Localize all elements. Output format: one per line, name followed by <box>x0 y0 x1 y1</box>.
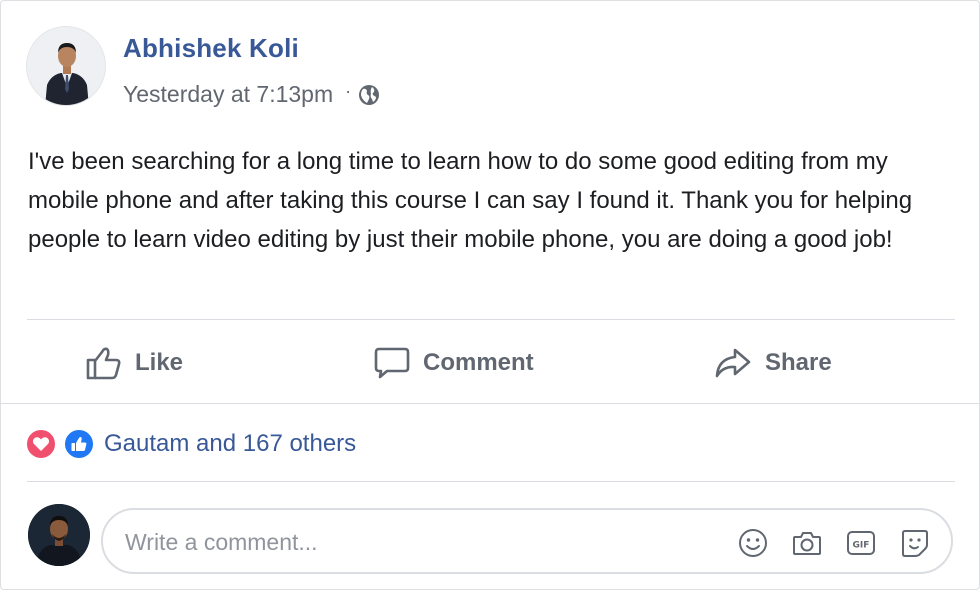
share-icon <box>715 348 751 378</box>
meta-separator: · <box>345 81 352 101</box>
post-timestamp[interactable]: Yesterday at 7:13pm <box>123 81 333 108</box>
emoji-icon[interactable] <box>737 527 769 559</box>
share-label: Share <box>765 349 832 376</box>
camera-icon[interactable] <box>791 527 823 559</box>
divider-reactions <box>27 481 955 482</box>
comment-button[interactable]: Comment <box>373 339 534 387</box>
globe-icon[interactable] <box>357 83 381 107</box>
heart-icon <box>25 428 57 460</box>
comment-icon <box>374 347 410 379</box>
gif-icon[interactable]: GIF <box>845 527 877 559</box>
reactions-summary[interactable]: Gautam and 167 others <box>25 426 356 462</box>
like-label: Like <box>135 349 184 376</box>
author-name[interactable]: Abhishek Koli <box>123 33 299 64</box>
like-button[interactable]: Like <box>85 339 183 387</box>
comment-composer[interactable]: GIF <box>101 508 953 574</box>
share-button[interactable]: Share <box>713 339 832 387</box>
divider-top <box>27 319 955 320</box>
post-meta: Yesterday at 7:13pm · <box>123 81 381 108</box>
thumbs-up-reaction-icon <box>63 428 95 460</box>
svg-text:GIF: GIF <box>853 541 870 551</box>
divider-actions <box>1 403 979 404</box>
author-avatar-image <box>27 27 105 105</box>
thumbs-up-icon <box>86 347 121 380</box>
comment-input[interactable] <box>125 523 725 561</box>
sticker-icon[interactable] <box>899 527 931 559</box>
post-text: I've been searching for a long time to l… <box>28 148 913 253</box>
current-user-avatar[interactable] <box>28 504 90 566</box>
reactions-text[interactable]: Gautam and 167 others <box>104 430 356 458</box>
post-card: Abhishek Koli Yesterday at 7:13pm · I've… <box>0 0 980 590</box>
comment-label: Comment <box>423 349 534 376</box>
author-avatar[interactable] <box>26 26 106 106</box>
current-user-avatar-image <box>28 504 90 566</box>
